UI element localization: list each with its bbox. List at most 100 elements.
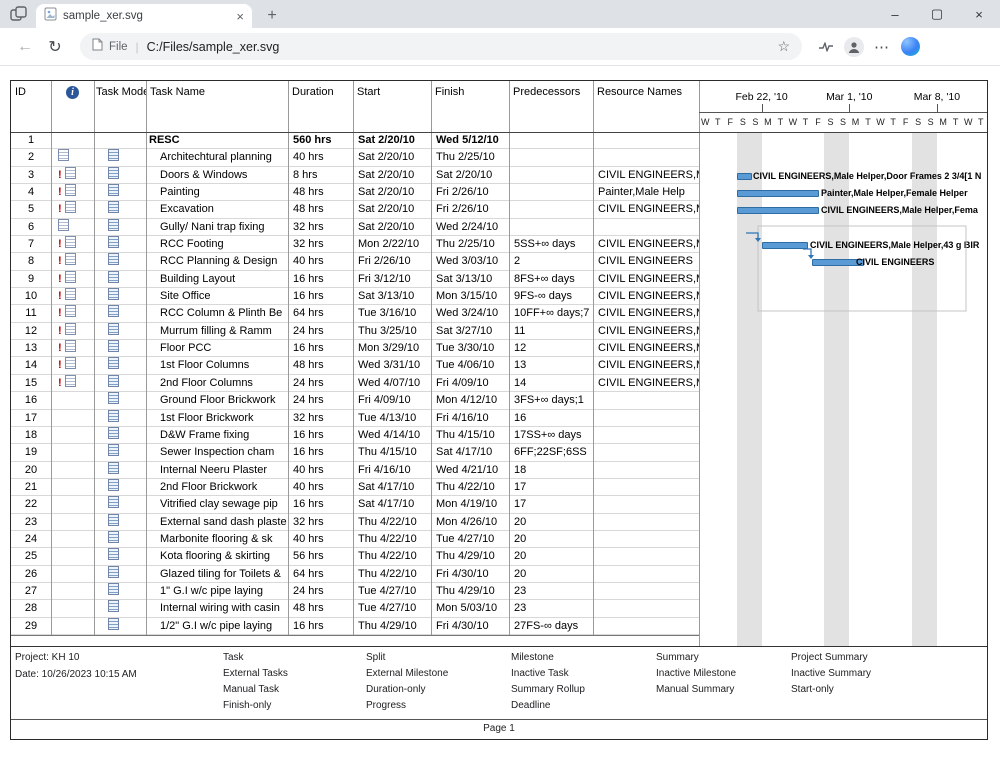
table-row[interactable]: 19Sewer Inspection cham16 hrsThu 4/15/10…: [11, 444, 699, 461]
note-icon: [65, 305, 76, 317]
col-header-info: i: [51, 81, 94, 99]
table-row[interactable]: 25Kota flooring & skirting56 hrsThu 4/22…: [11, 548, 699, 565]
table-row[interactable]: 7!RCC Footing32 hrsMon 2/22/10Thu 2/25/1…: [11, 236, 699, 253]
task-finish: Thu 2/25/10: [431, 236, 509, 252]
task-mode-cell: [94, 271, 146, 287]
table-row[interactable]: 16Ground Floor Brickwork24 hrsFri 4/09/1…: [11, 392, 699, 409]
refresh-icon[interactable]: ↻: [40, 37, 70, 57]
table-row[interactable]: 10!Site Office16 hrsSat 3/13/10Mon 3/15/…: [11, 288, 699, 305]
task-resources: [593, 462, 699, 478]
task-duration: 560 hrs: [288, 132, 353, 148]
task-indicators: !: [51, 357, 94, 373]
task-predecessors: [509, 219, 593, 235]
day-letter: S: [749, 113, 762, 132]
task-predecessors: 23: [509, 600, 593, 616]
profile-avatar[interactable]: [840, 37, 868, 57]
task-resources: [593, 531, 699, 547]
table-row[interactable]: 3!Doors & Windows8 hrsSat 2/20/10Sat 2/2…: [11, 167, 699, 184]
address-bar[interactable]: File | C:/Files/sample_xer.svg ☆: [80, 33, 802, 60]
task-indicators: !: [51, 271, 94, 287]
day-letter: T: [862, 113, 875, 132]
table-row[interactable]: 11!RCC Column & Plinth Be64 hrsTue 3/16/…: [11, 305, 699, 322]
table-row[interactable]: 13!Floor PCC16 hrsMon 3/29/10Tue 3/30/10…: [11, 340, 699, 357]
task-id: 8: [11, 253, 51, 269]
back-icon[interactable]: ←: [10, 38, 40, 56]
new-tab-button[interactable]: +: [260, 4, 284, 28]
settings-menu-icon[interactable]: ⋯: [868, 38, 896, 56]
table-row[interactable]: 271" G.I w/c pipe laying24 hrsTue 4/27/1…: [11, 583, 699, 600]
legend-item: Manual Summary: [656, 684, 734, 695]
table-row[interactable]: 212nd Floor Brickwork40 hrsSat 4/17/10Th…: [11, 479, 699, 496]
day-letter: F: [724, 113, 737, 132]
table-row[interactable]: 8!RCC Planning & Design40 hrsFri 2/26/10…: [11, 253, 699, 270]
task-predecessors: [509, 167, 593, 183]
day-letter: W: [699, 113, 712, 132]
task-duration: 48 hrs: [288, 184, 353, 200]
address-url[interactable]: C:/Files/sample_xer.svg: [147, 40, 770, 54]
task-start: Sat 3/13/10: [353, 288, 431, 304]
table-row[interactable]: 22Vitrified clay sewage pip16 hrsSat 4/1…: [11, 496, 699, 513]
task-predecessors: 14: [509, 375, 593, 391]
task-mode-icon: [108, 288, 119, 300]
browser-essentials-icon[interactable]: [812, 40, 840, 54]
task-start: Mon 3/29/10: [353, 340, 431, 356]
table-row[interactable]: 4!Painting48 hrsSat 2/20/10Fri 2/26/10Pa…: [11, 184, 699, 201]
table-row[interactable]: 26Glazed tiling for Toilets &64 hrsThu 4…: [11, 566, 699, 583]
task-duration: 56 hrs: [288, 548, 353, 564]
task-name: Internal wiring with casin: [146, 600, 288, 616]
tab-actions-icon[interactable]: [10, 6, 28, 22]
tab-close-icon[interactable]: ×: [236, 9, 244, 24]
task-mode-icon: [108, 583, 119, 595]
table-row[interactable]: 20Internal Neeru Plaster40 hrsFri 4/16/1…: [11, 462, 699, 479]
close-button[interactable]: ×: [958, 0, 1000, 28]
table-row[interactable]: 12!Murrum filling & Ramm24 hrsThu 3/25/1…: [11, 323, 699, 340]
task-resources: CIVIL ENGINEERS,M: [593, 201, 699, 217]
task-predecessors: 17SS+∞ days: [509, 427, 593, 443]
minimize-button[interactable]: –: [874, 0, 916, 28]
table-row[interactable]: 2Architechtural planning40 hrsSat 2/20/1…: [11, 149, 699, 166]
table-row[interactable]: 291/2" G.I w/c pipe laying16 hrsThu 4/29…: [11, 618, 699, 635]
legend-item: Start-only: [791, 684, 834, 695]
browser-tab[interactable]: sample_xer.svg ×: [36, 4, 252, 28]
task-mode-cell: [94, 375, 146, 391]
copilot-icon[interactable]: [896, 37, 924, 56]
gantt-schedule-page: ID i Task Mode Task Name Duration Start …: [10, 80, 988, 740]
task-mode-cell: [94, 323, 146, 339]
task-start: Sat 2/20/10: [353, 149, 431, 165]
task-predecessors: 18: [509, 462, 593, 478]
task-mode-cell: [94, 410, 146, 426]
task-predecessors: 17: [509, 479, 593, 495]
table-row[interactable]: 23External sand dash plaste32 hrsThu 4/2…: [11, 514, 699, 531]
task-indicators: [51, 566, 94, 582]
task-id: 3: [11, 167, 51, 183]
table-row[interactable]: 9!Building Layout16 hrsFri 3/12/10Sat 3/…: [11, 271, 699, 288]
table-row[interactable]: 5!Excavation48 hrsSat 2/20/10Fri 2/26/10…: [11, 201, 699, 218]
warning-icon: !: [58, 186, 62, 198]
task-id: 23: [11, 514, 51, 530]
day-letter: W: [962, 113, 975, 132]
favorite-star-icon[interactable]: ☆: [777, 38, 790, 55]
week-tick: [762, 104, 763, 112]
table-row[interactable]: 24Marbonite flooring & sk40 hrsThu 4/22/…: [11, 531, 699, 548]
task-start: Thu 4/15/10: [353, 444, 431, 460]
table-row[interactable]: 28Internal wiring with casin48 hrsTue 4/…: [11, 600, 699, 617]
table-row[interactable]: 171st Floor Brickwork32 hrsTue 4/13/10Fr…: [11, 410, 699, 427]
table-row[interactable]: 18D&W Frame fixing16 hrsWed 4/14/10Thu 4…: [11, 427, 699, 444]
warning-icon: !: [58, 307, 62, 319]
task-predecessors: 8FS+∞ days: [509, 271, 593, 287]
task-mode-icon: [108, 184, 119, 196]
column-rule: [288, 81, 289, 635]
task-resources: CIVIL ENGINEERS,M: [593, 288, 699, 304]
day-letter: T: [712, 113, 725, 132]
task-predecessors: [509, 201, 593, 217]
table-row[interactable]: 15!2nd Floor Columns24 hrsWed 4/07/10Fri…: [11, 375, 699, 392]
column-rule: [94, 81, 95, 635]
maximize-button[interactable]: ▢: [916, 0, 958, 28]
table-row[interactable]: 14!1st Floor Columns48 hrsWed 3/31/10Tue…: [11, 357, 699, 374]
task-mode-cell: [94, 427, 146, 443]
task-predecessors: 12: [509, 340, 593, 356]
task-mode-cell: [94, 149, 146, 165]
warning-icon: !: [58, 255, 62, 267]
table-row[interactable]: 1RESC560 hrsSat 2/20/10Wed 5/12/10: [11, 132, 699, 149]
table-row[interactable]: 6Gully/ Nani trap fixing32 hrsSat 2/20/1…: [11, 219, 699, 236]
